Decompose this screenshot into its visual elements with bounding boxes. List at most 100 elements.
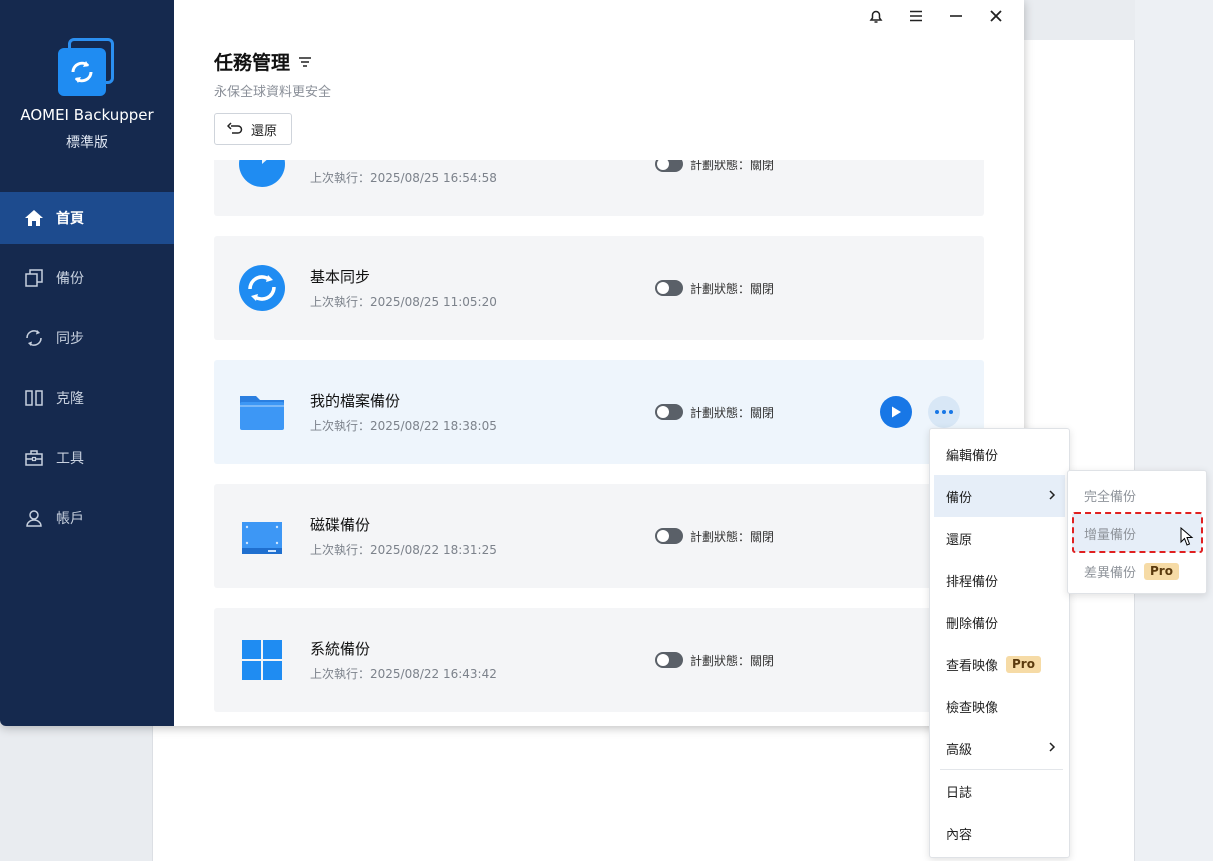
- app-window: AOMEI Backupper 標準版 首頁 備份 同步 克隆 工具 帳戶 任務…: [0, 0, 1024, 726]
- task-name: 我的檔案備份: [310, 392, 401, 410]
- dot: [942, 410, 946, 414]
- menu-item-log[interactable]: 日誌: [934, 770, 1065, 812]
- menu-button[interactable]: [896, 6, 936, 30]
- aomei-logo-icon: [58, 38, 116, 96]
- restore-button[interactable]: 還原: [214, 113, 293, 145]
- more-options-button[interactable]: [928, 396, 960, 428]
- page-title: 任務管理: [214, 52, 291, 74]
- sidebar-item-label: 工具: [56, 451, 84, 467]
- task-card[interactable]: 上次執行：2025/08/25 16:54:58 計劃狀態：關閉: [214, 160, 984, 216]
- schedule-status: 計劃狀態：關閉: [690, 530, 775, 544]
- run-task-button[interactable]: [880, 396, 912, 428]
- hamburger-icon: [908, 8, 924, 28]
- play-icon: [892, 406, 901, 418]
- menu-item-delete-backup[interactable]: 刪除備份: [934, 601, 1065, 643]
- pro-badge: Pro: [1144, 562, 1179, 580]
- sidebar-item-home[interactable]: 首頁: [0, 192, 174, 244]
- task-last-run: 上次執行：2025/08/25 16:54:58: [310, 171, 497, 185]
- brand-name: AOMEI Backupper: [20, 106, 154, 124]
- task-name: 基本同步: [310, 268, 371, 286]
- restore-button-label: 還原: [251, 123, 278, 139]
- menu-item-label: 日誌: [946, 785, 973, 801]
- mouse-cursor-icon: [1180, 526, 1194, 551]
- schedule-status: 計劃狀態：關閉: [690, 654, 775, 668]
- minimize-button[interactable]: [936, 6, 976, 30]
- home-icon: [24, 208, 44, 228]
- windows-icon: [238, 636, 286, 684]
- task-card[interactable]: 我的檔案備份 上次執行：2025/08/22 18:38:05 計劃狀態：關閉: [214, 360, 984, 464]
- bell-icon: [868, 8, 884, 28]
- menu-item-explore-image[interactable]: 查看映像 Pro: [934, 643, 1065, 685]
- close-icon: [988, 8, 1004, 28]
- minimize-icon: [948, 8, 964, 28]
- chevron-right-icon: [1047, 489, 1057, 505]
- folder-icon: [238, 388, 286, 436]
- submenu-item-full-backup[interactable]: 完全備份: [1072, 476, 1202, 514]
- sidebar-item-backup[interactable]: 備份: [0, 252, 174, 304]
- menu-item-backup[interactable]: 備份: [934, 475, 1065, 517]
- edition-label: 標準版: [66, 135, 108, 151]
- menu-item-restore[interactable]: 還原: [934, 517, 1065, 559]
- menu-item-label: 刪除備份: [946, 616, 999, 632]
- sidebar-item-tools[interactable]: 工具: [0, 432, 174, 484]
- menu-item-check-image[interactable]: 檢查映像: [934, 685, 1065, 727]
- menu-item-label: 備份: [946, 490, 973, 506]
- sync-circle-icon: [238, 264, 286, 312]
- schedule-toggle[interactable]: [655, 652, 683, 668]
- undo-icon: [227, 122, 243, 134]
- dot: [949, 410, 953, 414]
- menu-item-label: 排程備份: [946, 574, 999, 590]
- filter-icon[interactable]: [298, 55, 312, 69]
- sidebar-item-label: 首頁: [56, 211, 84, 227]
- sidebar-item-sync[interactable]: 同步: [0, 312, 174, 364]
- notification-button[interactable]: [856, 6, 896, 30]
- sidebar-item-account[interactable]: 帳戶: [0, 492, 174, 544]
- sidebar: AOMEI Backupper 標準版 首頁 備份 同步 克隆 工具 帳戶: [0, 0, 174, 726]
- menu-item-label: 還原: [946, 532, 973, 548]
- submenu-item-differential-backup[interactable]: 差異備份 Pro: [1072, 552, 1202, 590]
- task-last-run: 上次執行：2025/08/22 18:38:05: [310, 419, 497, 433]
- schedule-status: 計劃狀態：關閉: [690, 406, 775, 420]
- disk-icon: [238, 512, 286, 560]
- sidebar-nav: 首頁 備份 同步 克隆 工具 帳戶: [0, 192, 174, 552]
- submenu-item-label: 差異備份: [1084, 565, 1137, 581]
- menu-item-edit-backup[interactable]: 編輯備份: [934, 433, 1065, 475]
- dot: [935, 410, 939, 414]
- page-subtitle: 永保全球資料更安全: [214, 85, 332, 100]
- task-card[interactable]: 磁碟備份 上次執行：2025/08/22 18:31:25 計劃狀態：關閉: [214, 484, 984, 588]
- title-row: 任務管理: [214, 48, 312, 75]
- chevron-right-icon: [1047, 741, 1057, 757]
- schedule-toggle[interactable]: [655, 528, 683, 544]
- menu-item-properties[interactable]: 內容: [934, 812, 1065, 854]
- menu-item-advanced[interactable]: 高級: [934, 727, 1065, 769]
- partial-backup-icon: [238, 160, 286, 188]
- user-icon: [24, 508, 44, 528]
- task-last-run: 上次執行：2025/08/25 11:05:20: [310, 295, 497, 309]
- menu-item-schedule[interactable]: 排程備份: [934, 559, 1065, 601]
- task-card[interactable]: 系統備份 上次執行：2025/08/22 16:43:42 計劃狀態：關閉: [214, 608, 984, 712]
- task-card[interactable]: 基本同步 上次執行：2025/08/25 11:05:20 計劃狀態：關閉: [214, 236, 984, 340]
- sidebar-item-label: 備份: [56, 271, 84, 287]
- menu-item-label: 查看映像: [946, 658, 999, 674]
- menu-item-label: 高級: [946, 742, 973, 758]
- menu-item-label: 檢查映像: [946, 700, 999, 716]
- pro-badge: Pro: [1006, 655, 1041, 673]
- task-context-menu: 編輯備份 備份 還原 排程備份 刪除備份 查看映像 Pro 檢查映像 高級 日誌…: [929, 428, 1070, 858]
- task-list: 上次執行：2025/08/25 16:54:58 計劃狀態：關閉 基本同步 上次…: [214, 160, 984, 726]
- sidebar-item-label: 帳戶: [56, 511, 84, 527]
- menu-item-label: 內容: [946, 827, 973, 843]
- background-strip: [1135, 0, 1213, 861]
- schedule-toggle[interactable]: [655, 280, 683, 296]
- close-button[interactable]: [976, 6, 1016, 30]
- schedule-toggle[interactable]: [655, 404, 683, 420]
- backup-icon: [24, 268, 44, 288]
- menu-item-label: 編輯備份: [946, 448, 999, 464]
- submenu-item-label: 完全備份: [1084, 489, 1137, 505]
- toolbox-icon: [24, 448, 44, 468]
- sidebar-item-label: 克隆: [56, 391, 84, 407]
- task-last-run: 上次執行：2025/08/22 16:43:42: [310, 667, 497, 681]
- sidebar-item-label: 同步: [56, 331, 84, 347]
- sidebar-item-clone[interactable]: 克隆: [0, 372, 174, 424]
- window-controls: [856, 6, 1016, 30]
- schedule-toggle[interactable]: [655, 160, 683, 172]
